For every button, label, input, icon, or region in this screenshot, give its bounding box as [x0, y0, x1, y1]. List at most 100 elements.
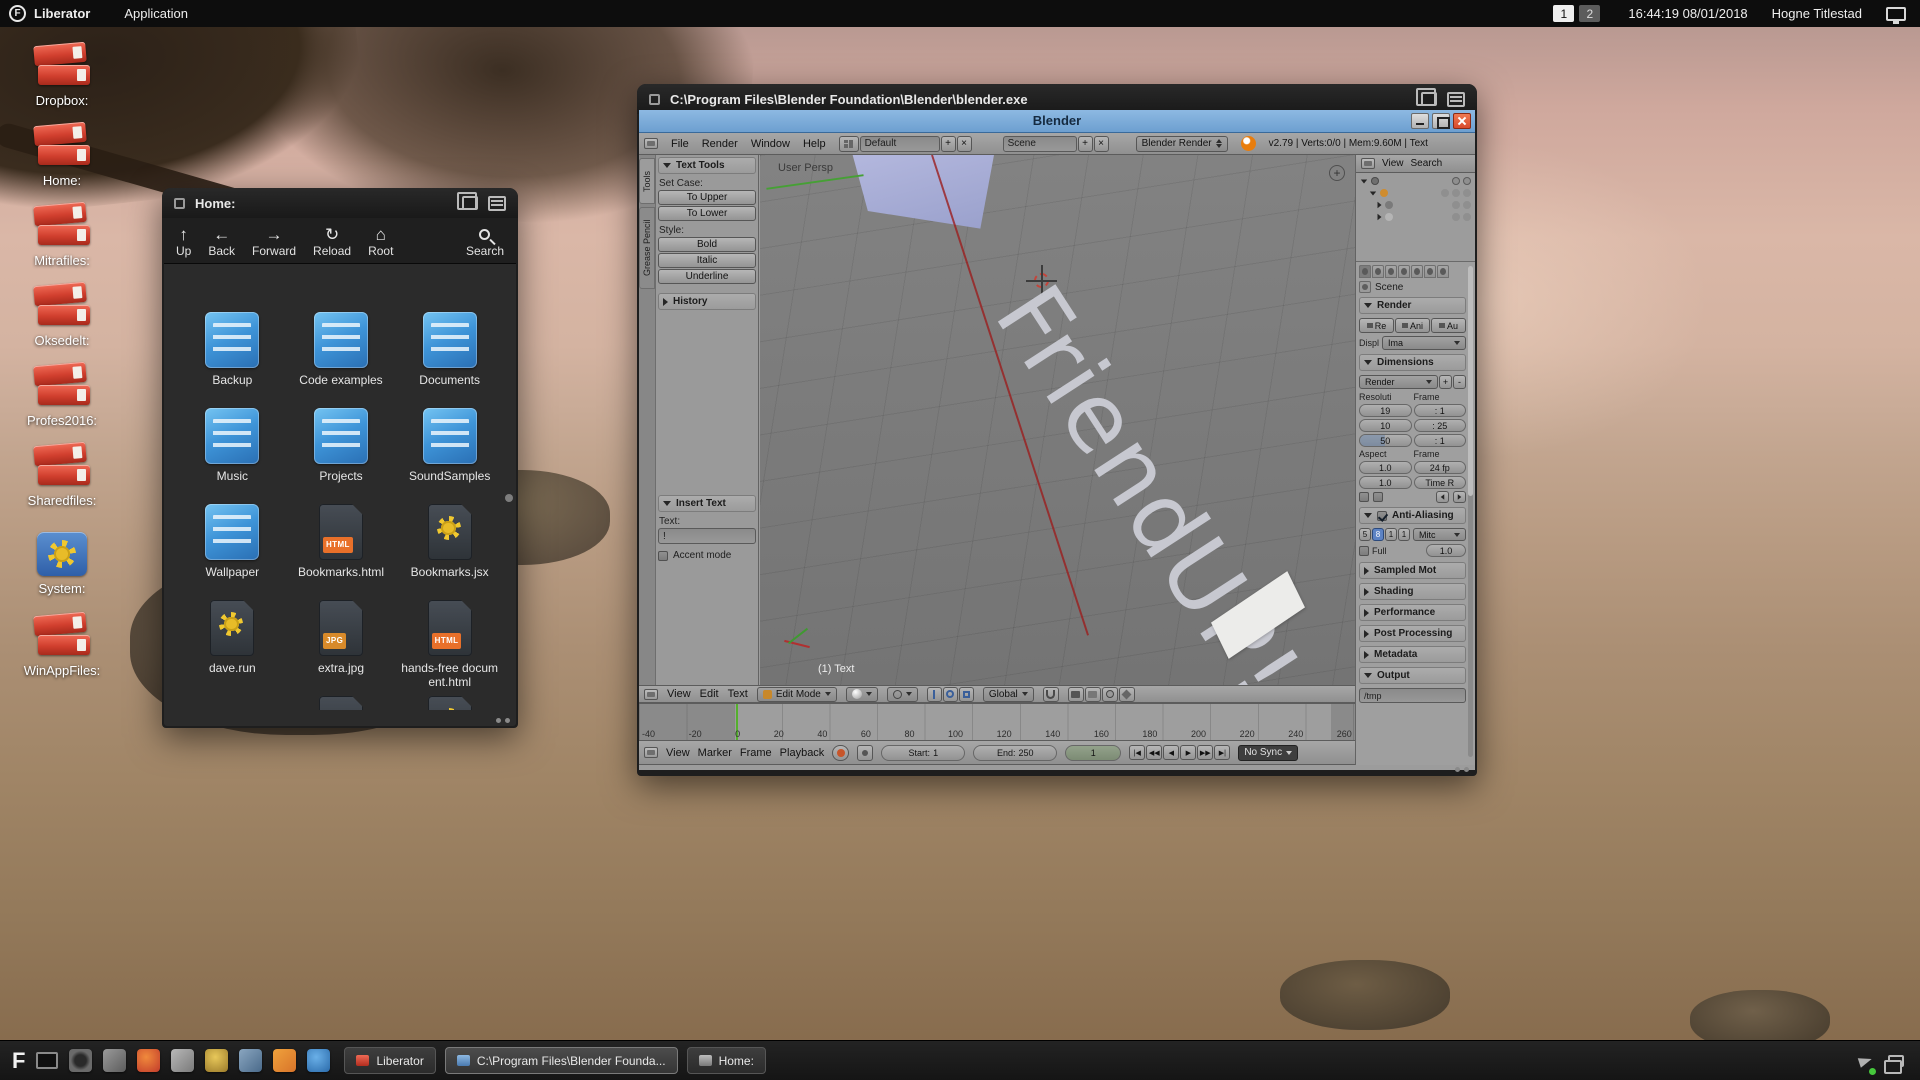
aspect-x-field[interactable]: 1.0 [1359, 461, 1412, 474]
dock-app-icon-6[interactable] [239, 1049, 262, 1072]
resize-handle[interactable] [1455, 767, 1469, 772]
menu-liberator[interactable]: Liberator [34, 6, 90, 21]
friend-logo-icon[interactable]: F [12, 1048, 25, 1074]
workspace-1-button[interactable]: 1 [1553, 5, 1574, 22]
window-clone-icon[interactable] [1421, 92, 1437, 106]
panel-insert-text[interactable]: Insert Text [658, 495, 756, 512]
outliner-row[interactable] [1357, 199, 1474, 211]
file-item[interactable]: Wallpaper [178, 504, 287, 600]
timeline-menu-marker[interactable]: Marker [698, 747, 732, 759]
scrollbar-thumb[interactable] [505, 494, 513, 502]
add-preset-button[interactable]: + [1439, 375, 1452, 389]
editor-type-icon[interactable] [644, 138, 658, 149]
aa-size-field[interactable]: 1.0 [1426, 544, 1466, 557]
outliner-menu-search[interactable]: Search [1411, 158, 1443, 169]
timeline-menu-view[interactable]: View [666, 747, 690, 759]
aa-samples-16-button[interactable]: 1 [1398, 528, 1410, 541]
snap-magnet-button[interactable] [1043, 687, 1059, 702]
dock-app-icon-5[interactable] [205, 1049, 228, 1072]
window-tasklist-icon[interactable] [488, 196, 506, 211]
outliner-row[interactable] [1357, 175, 1474, 187]
border-checkbox[interactable] [1359, 492, 1369, 502]
workspace-2-button[interactable]: 2 [1579, 5, 1600, 22]
anti-aliasing-checkbox[interactable] [1377, 511, 1387, 521]
forward-button[interactable]: →Forward [252, 226, 296, 258]
properties-scrollbar[interactable] [1468, 266, 1473, 757]
proportional-edit-button[interactable] [1102, 687, 1118, 702]
panel-history[interactable]: History [658, 293, 756, 310]
window-tasklist-icon[interactable] [1447, 92, 1465, 107]
friend-logo-icon[interactable]: F [9, 5, 26, 22]
screens-tray-icon[interactable] [1888, 1055, 1904, 1067]
outliner-row[interactable] [1357, 211, 1474, 223]
jump-to-end-button[interactable]: ▶| [1214, 745, 1230, 760]
jump-to-start-button[interactable]: |◀ [1129, 745, 1145, 760]
crop-checkbox[interactable] [1373, 492, 1383, 502]
file-item[interactable]: dave.run [178, 600, 287, 696]
close-scene-button[interactable]: × [1094, 136, 1109, 152]
tab-object-icon[interactable] [1411, 265, 1423, 278]
file-item[interactable]: Projects [287, 408, 396, 504]
editor-type-icon[interactable] [644, 747, 658, 758]
desktop-icon-home[interactable]: Home: [2, 124, 122, 188]
viewport-menu-edit[interactable]: Edit [700, 688, 719, 700]
frame-nav-forward-button[interactable] [1453, 491, 1466, 503]
panel-output[interactable]: Output [1359, 667, 1466, 684]
next-keyframe-button[interactable]: ▶▶ [1197, 745, 1213, 760]
file-item[interactable]: HTMLBookmarks.html [287, 504, 396, 600]
bold-button[interactable]: Bold [658, 237, 756, 252]
screen-layout-icon[interactable] [839, 136, 859, 152]
render-animation-button[interactable]: Ani [1395, 318, 1430, 333]
desktop-icon-dropbox[interactable]: Dropbox: [2, 44, 122, 108]
frame-start-field[interactable]: Start:1 [881, 745, 965, 761]
resolution-y-field[interactable]: 10 [1359, 419, 1412, 432]
file-item[interactable]: Code examples [287, 312, 396, 408]
timeline-menu-frame[interactable]: Frame [740, 747, 772, 759]
viewport-3d[interactable]: FriendUP! User Persp (1) Text + [760, 155, 1355, 685]
render-audio-button[interactable]: Au [1431, 318, 1466, 333]
manipulator-rotate-button[interactable] [943, 687, 958, 702]
panel-dimensions[interactable]: Dimensions [1359, 354, 1466, 371]
full-sample-checkbox[interactable] [1359, 546, 1369, 556]
menu-application[interactable]: Application [124, 6, 188, 21]
close-layout-button[interactable]: × [957, 136, 972, 152]
fps-field[interactable]: 24 fp [1414, 461, 1467, 474]
render-opengl-button[interactable] [1068, 687, 1084, 702]
accent-mode-checkbox[interactable] [658, 551, 668, 561]
tab-tools[interactable]: Tools [639, 158, 655, 204]
resolution-percentage-slider[interactable]: 50 [1359, 434, 1412, 447]
text-frame-plane[interactable] [842, 155, 994, 235]
window-menu-icon[interactable] [174, 198, 185, 209]
reload-button[interactable]: ↻Reload [313, 226, 351, 258]
tab-render-layers-icon[interactable] [1372, 265, 1384, 278]
underline-button[interactable]: Underline [658, 269, 756, 284]
file-item[interactable]: JPGextra.jpg [287, 600, 396, 696]
sync-mode-dropdown[interactable]: No Sync [1238, 745, 1298, 761]
file-item[interactable]: Music [178, 408, 287, 504]
frame-end-field[interactable]: End:250 [973, 745, 1057, 761]
pivot-dropdown[interactable] [887, 687, 918, 702]
prev-keyframe-button[interactable]: ◀◀ [1146, 745, 1162, 760]
file-item[interactable]: Backup [178, 312, 287, 408]
share-tray-icon[interactable] [1858, 1054, 1873, 1068]
editor-type-icon[interactable] [1361, 158, 1375, 169]
panel-anti-aliasing[interactable]: Anti-Aliasing [1359, 507, 1466, 524]
orientation-dropdown[interactable]: Global [983, 687, 1034, 702]
aspect-y-field[interactable]: 1.0 [1359, 476, 1412, 489]
play-button[interactable]: ▶ [1180, 745, 1196, 760]
to-lower-button[interactable]: To Lower [658, 206, 756, 221]
menu-file[interactable]: File [671, 138, 689, 150]
outliner-menu-view[interactable]: View [1382, 158, 1404, 169]
mode-dropdown[interactable]: Edit Mode [757, 687, 837, 702]
tab-render-icon[interactable] [1359, 265, 1371, 278]
desktop-icon-sharedfiles[interactable]: Sharedfiles: [2, 444, 122, 508]
tab-constraints-icon[interactable] [1424, 265, 1436, 278]
dock-app-icon-2[interactable] [103, 1049, 126, 1072]
output-path-field[interactable]: /tmp [1359, 688, 1466, 703]
panel-post-processing[interactable]: Post Processing [1359, 625, 1466, 642]
tab-grease-pencil[interactable]: Grease Pencil [639, 207, 655, 289]
file-item[interactable]: Bookmarks.jsx [395, 504, 504, 600]
window-clone-icon[interactable] [462, 196, 478, 210]
search-button[interactable]: Search [466, 226, 504, 258]
render-engine-dropdown[interactable]: Blender Render [1136, 136, 1228, 152]
